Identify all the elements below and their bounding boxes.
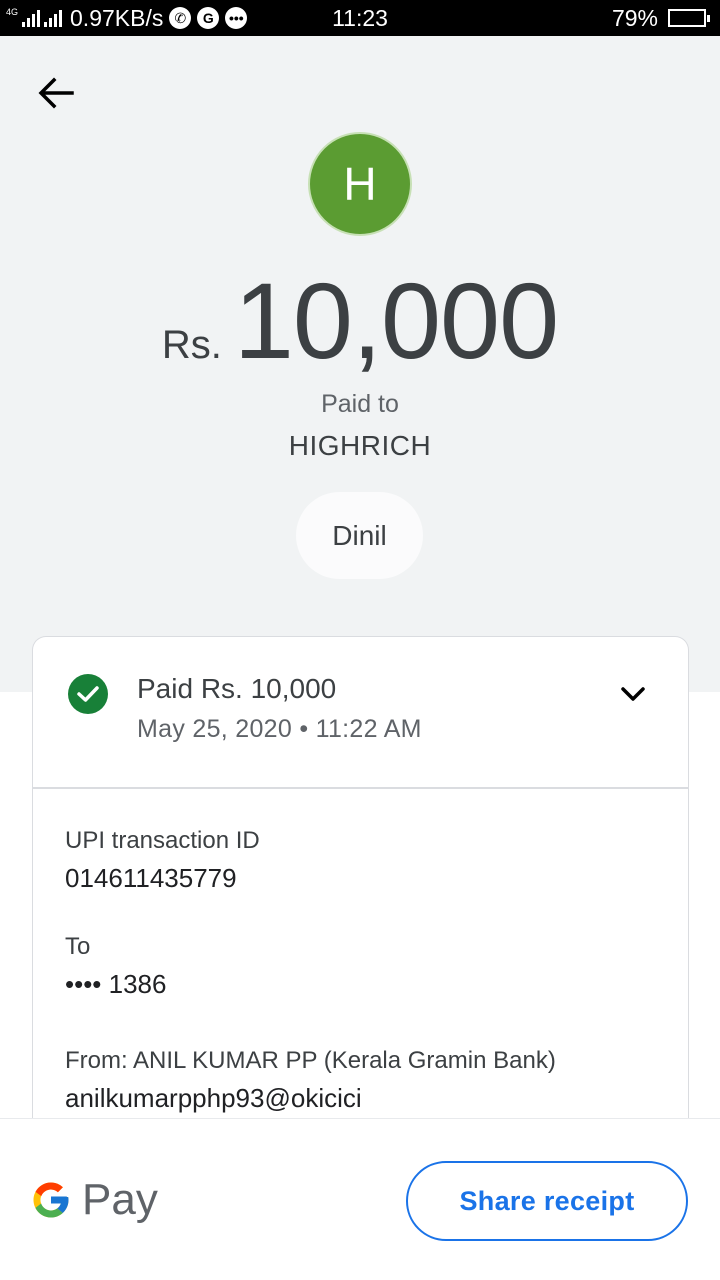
network-type: 4G <box>6 6 19 17</box>
avatar-letter: H <box>343 158 377 210</box>
signal-icon-2 <box>44 9 63 27</box>
note-chip: Dinil <box>296 492 423 579</box>
battery-icon <box>668 9 710 27</box>
upi-id-value: 014611435779 <box>65 863 237 893</box>
signal-icon <box>22 9 41 27</box>
payee-name: HIGHRICH <box>288 430 432 461</box>
status-bar-right: 79% <box>611 0 710 36</box>
transaction-datetime: May 25, 2020 • 11:22 AM <box>137 715 422 743</box>
status-title: Paid Rs. 10,000 <box>137 673 337 704</box>
g-icon: G <box>197 7 220 29</box>
gpay-brand-text: Pay <box>82 1175 158 1224</box>
arrow-back-icon <box>38 77 74 109</box>
bottom-bar: Pay Share receipt <box>0 1118 720 1280</box>
paid-to-label: Paid to <box>321 390 399 418</box>
status-bar: 4G 0.97KB/s ✆ G ••• 11:23 79% <box>0 0 720 36</box>
currency-label: Rs. <box>161 323 222 367</box>
from-label: From: ANIL KUMAR PP (Kerala Gramin Bank) <box>65 1047 556 1074</box>
from-vpa: anilkumarpphp93@okicici <box>65 1083 362 1113</box>
back-button[interactable] <box>30 70 82 116</box>
status-bar-left: 4G 0.97KB/s ✆ G ••• <box>6 0 248 36</box>
google-g-icon <box>33 1182 69 1218</box>
note-text: Dinil <box>332 519 387 551</box>
check-circle-icon <box>68 674 108 714</box>
upi-id-label: UPI transaction ID <box>65 827 260 854</box>
avatar: H <box>308 132 412 236</box>
battery-percent: 79% <box>611 4 658 31</box>
chevron-down-icon <box>621 687 645 701</box>
amount-value: 10,000 <box>233 260 559 381</box>
transaction-details-card: Paid Rs. 10,000 May 25, 2020 • 11:22 AM … <box>32 636 689 1156</box>
whatsapp-icon: ✆ <box>169 7 192 29</box>
status-row[interactable]: Paid Rs. 10,000 May 25, 2020 • 11:22 AM <box>33 637 688 789</box>
to-account: •••• 1386 <box>65 969 167 999</box>
gpay-logo: Pay <box>30 1175 158 1225</box>
message-icon: ••• <box>225 7 248 29</box>
to-label: To <box>65 933 91 960</box>
share-receipt-label: Share receipt <box>459 1185 635 1216</box>
network-speed: 0.97KB/s <box>70 4 164 31</box>
amount-display: Rs. 10,000 <box>0 258 720 383</box>
share-receipt-button[interactable]: Share receipt <box>406 1161 688 1241</box>
expand-button[interactable] <box>613 677 653 711</box>
